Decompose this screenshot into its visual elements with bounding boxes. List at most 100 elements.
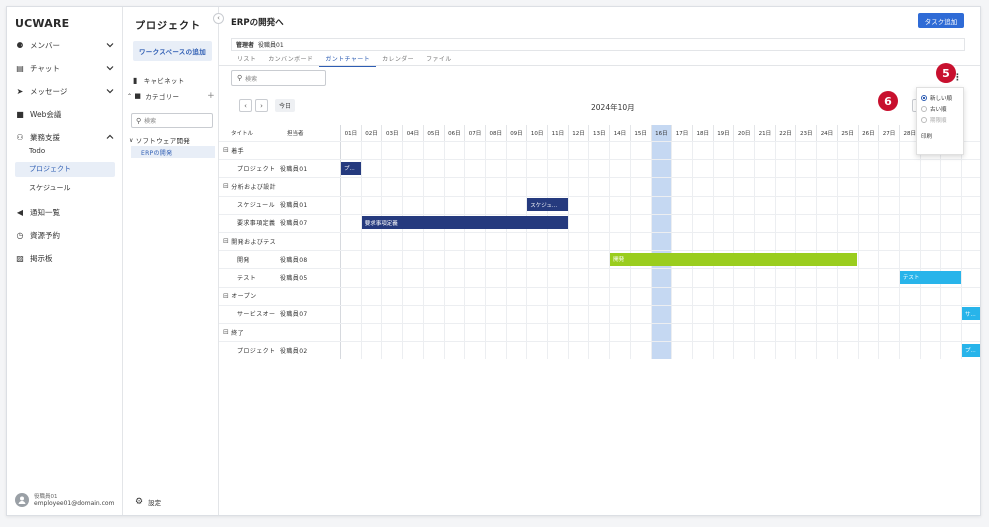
category-header[interactable]: ⌃ ■ カテゴリー +: [127, 89, 215, 103]
task-row[interactable]: [219, 268, 980, 286]
sidebar-item-0[interactable]: ⚈ メンバー: [15, 37, 115, 53]
task-title[interactable]: プロジェクト: [237, 341, 275, 359]
gantt-search-input[interactable]: ⚲ 検索: [231, 70, 326, 86]
day-header: 10日: [526, 125, 547, 141]
task-title[interactable]: 開発: [237, 250, 250, 268]
sidebar: UCWARE ⚈ メンバー ▤ チャット ➤ メッセージ ■ Web会議 ⚇ 業務支援 Todo プロ…: [7, 7, 123, 515]
collapse-group-icon[interactable]: ⊟: [223, 146, 229, 154]
chevron-down-icon[interactable]: [105, 86, 115, 96]
app-window: UCWARE ⚈ メンバー ▤ チャット ➤ メッセージ ■ Web会議 ⚇ 業務支援 Todo プロ…: [6, 6, 981, 516]
task-row[interactable]: [219, 250, 980, 268]
sidebar-subitem-1[interactable]: プロジェクト: [15, 161, 115, 177]
task-title[interactable]: プロジェクト: [237, 159, 275, 177]
task-row[interactable]: [219, 341, 980, 359]
group-title[interactable]: ⊟ 分析および設計: [223, 177, 276, 195]
tree-item-erp[interactable]: ERPの開発: [131, 146, 215, 158]
sidebar-item2-1[interactable]: ◷ 資源予約: [15, 227, 115, 243]
add-workspace-button[interactable]: ワークスペースの追加: [133, 41, 212, 61]
radio-button[interactable]: [921, 105, 927, 112]
group-title[interactable]: ⊟ オープン: [223, 287, 257, 305]
gantt-bar[interactable]: スケジュ...: [527, 198, 568, 212]
task-title[interactable]: 要求事項定義: [237, 214, 275, 232]
folder-icon: ■: [134, 92, 142, 100]
collapse-group-icon[interactable]: ⊟: [223, 182, 229, 190]
gantt-bar[interactable]: プ...: [962, 343, 980, 357]
group-row[interactable]: [219, 177, 980, 195]
print-menu-item[interactable]: 印刷: [921, 132, 959, 140]
main-content: ERPの開発へ タスク追加 管理者 役職員01 リスト カンバンボード ガントチャー…: [219, 7, 980, 515]
collapse-sidebar-button[interactable]: ‹: [213, 13, 224, 24]
group-row[interactable]: [219, 141, 980, 159]
sidebar-item-label: チャット: [30, 63, 60, 73]
sidebar-item-1[interactable]: ▤ チャット: [15, 60, 115, 76]
add-task-button[interactable]: タスク追加: [918, 13, 964, 28]
task-assignee: 役職員01: [280, 165, 308, 173]
task-row[interactable]: [219, 195, 980, 214]
cabinet-item[interactable]: ▮ キャビネット: [133, 73, 217, 87]
gantt-bar[interactable]: プ...: [341, 161, 361, 175]
radio-button: [921, 116, 927, 123]
task-title[interactable]: テスト: [237, 268, 256, 286]
sidebar-item2-2[interactable]: ▨ 掲示板: [15, 250, 115, 266]
chevron-up-icon[interactable]: [105, 132, 115, 142]
sort-option-0[interactable]: 新しい順: [921, 92, 959, 103]
sidebar-item-3[interactable]: ■ Web会議: [15, 106, 115, 122]
today-button[interactable]: 今日: [275, 99, 295, 112]
sidebar-subitem-2[interactable]: スケジュール: [15, 180, 115, 195]
manager-value: 役職員01: [258, 42, 284, 49]
sidebar-subitem-0[interactable]: Todo: [15, 143, 115, 158]
day-header: 03日: [381, 125, 402, 141]
settings-button[interactable]: ⚙ 設定: [135, 497, 161, 507]
collapse-group-icon[interactable]: ⊟: [223, 328, 229, 336]
sidebar-item-label: Web会議: [30, 109, 62, 119]
gantt-bar[interactable]: サ...: [962, 307, 980, 321]
clock-icon: ◷: [16, 230, 24, 240]
day-header: 25日: [836, 125, 858, 141]
divider: [219, 65, 980, 66]
project-search-input[interactable]: ⚲ 検索: [131, 113, 213, 128]
message-icon: ➤: [16, 86, 24, 96]
more-options-icon[interactable]: ⋮: [953, 73, 962, 83]
day-header: 16日: [650, 125, 672, 141]
day-header: 23日: [795, 125, 816, 141]
sidebar-item-label: 通知一覧: [30, 207, 60, 217]
sidebar-item-label: 資源予約: [30, 230, 60, 240]
group-title[interactable]: ⊟ 開発およびテス: [223, 232, 276, 250]
task-row[interactable]: [219, 213, 980, 232]
day-header: 04日: [402, 125, 423, 141]
prev-month-button[interactable]: ‹: [239, 99, 252, 112]
collapse-group-icon[interactable]: ⊟: [223, 237, 229, 245]
day-header: 24日: [816, 125, 837, 141]
chevron-down-icon[interactable]: [105, 40, 115, 50]
collapse-group-icon[interactable]: ⊟: [223, 292, 229, 300]
task-title[interactable]: スケジュール: [237, 196, 275, 214]
day-header: 27日: [878, 125, 899, 141]
group-row[interactable]: [219, 323, 980, 341]
add-category-button[interactable]: +: [207, 91, 215, 101]
month-label: 2024年10月: [591, 103, 635, 112]
task-row[interactable]: [219, 159, 980, 177]
group-title[interactable]: ⊟ 終了: [223, 323, 244, 341]
group-row[interactable]: [219, 232, 980, 250]
chevron-down-icon[interactable]: [105, 63, 115, 73]
task-row[interactable]: [219, 304, 980, 323]
radio-button[interactable]: [921, 94, 927, 101]
gantt-chart: タイトル 担当者 01日 02日 03日 04日 05日 06日 07日 08日 09日 10日 11日…: [219, 125, 980, 365]
task-title[interactable]: サービスオー: [237, 305, 275, 323]
group-title-text: 着手: [231, 147, 245, 155]
callout-badge-6: 6: [878, 91, 898, 111]
sort-option-1[interactable]: 古い順: [921, 103, 959, 114]
gantt-bar[interactable]: 要求事項定義: [361, 216, 568, 230]
user-profile[interactable]: 役職員01 employee01@domain.com: [15, 492, 114, 507]
gantt-bar[interactable]: 開発: [610, 252, 858, 266]
next-month-button[interactable]: ›: [255, 99, 268, 112]
gantt-bar[interactable]: テスト: [899, 270, 961, 284]
tree-group[interactable]: ∨ ソフトウェア開発: [129, 133, 213, 147]
group-title[interactable]: ⊟ 着手: [223, 141, 244, 159]
sidebar-item-2[interactable]: ➤ メッセージ: [15, 83, 115, 99]
group-row[interactable]: [219, 286, 980, 305]
sidebar-item2-0[interactable]: ◀ 通知一覧: [15, 204, 115, 220]
sidebar-item-label: 業務支援: [30, 132, 60, 142]
sort-option-label: 古い順: [930, 106, 947, 113]
group-title-text: オープン: [231, 293, 257, 301]
